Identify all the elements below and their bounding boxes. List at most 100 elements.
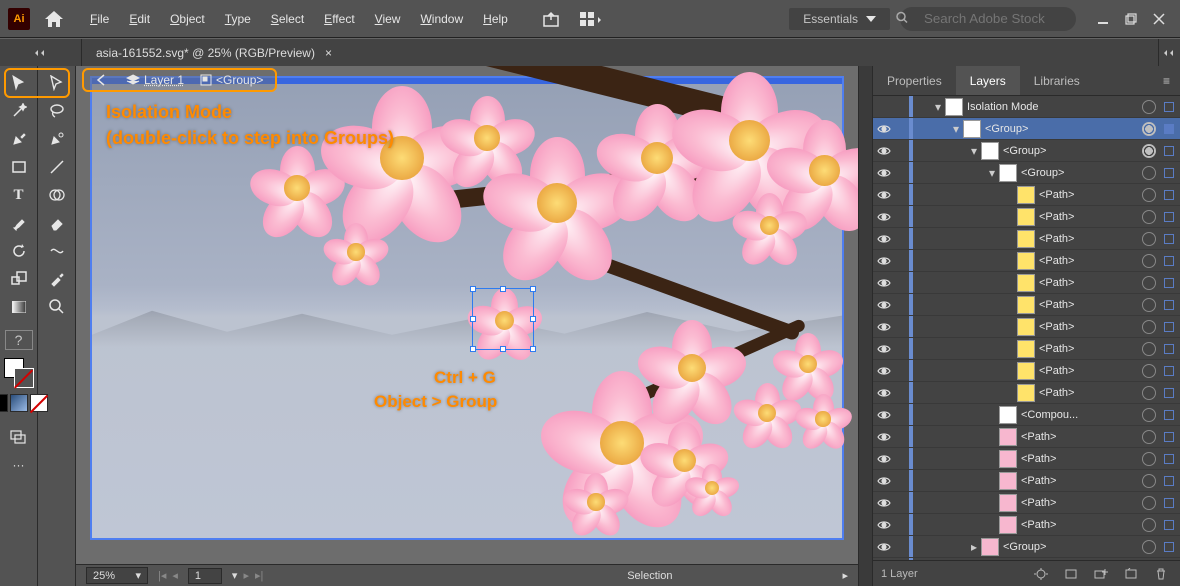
target-button[interactable]	[1142, 254, 1156, 268]
target-button[interactable]	[1142, 166, 1156, 180]
layer-row[interactable]: <Path>	[873, 382, 1180, 404]
selection-indicator[interactable]	[1164, 388, 1174, 398]
visibility-toggle[interactable]	[873, 542, 895, 552]
panel-tab-layers[interactable]: Layers	[956, 66, 1020, 95]
visibility-toggle[interactable]	[873, 212, 895, 222]
visibility-toggle[interactable]	[873, 146, 895, 156]
artboard-nav[interactable]: |◂◂	[158, 569, 178, 582]
isolation-breadcrumb[interactable]: Layer 1 <Group>	[82, 68, 277, 92]
layer-row[interactable]: <Path>	[873, 294, 1180, 316]
layer-row[interactable]: <Path>	[873, 338, 1180, 360]
eyedropper-tool[interactable]	[42, 266, 72, 292]
share-icon[interactable]	[536, 7, 566, 31]
visibility-toggle[interactable]	[873, 432, 895, 442]
panel-tab-properties[interactable]: Properties	[873, 66, 956, 95]
menu-edit[interactable]: Edit	[121, 8, 158, 30]
visibility-toggle[interactable]	[873, 344, 895, 354]
selection-tool[interactable]	[4, 70, 34, 96]
selection-indicator[interactable]	[1164, 124, 1174, 134]
menu-object[interactable]: Object	[162, 8, 213, 30]
layer-row[interactable]: ▾<Group>	[873, 140, 1180, 162]
vertical-scrollbar[interactable]	[858, 66, 872, 586]
target-button[interactable]	[1142, 320, 1156, 334]
document-tab[interactable]: asia-161552.svg* @ 25% (RGB/Preview) ×	[82, 39, 346, 66]
expand-arrow[interactable]: ▾	[967, 144, 981, 158]
selection-indicator[interactable]	[1164, 256, 1174, 266]
gradient-tool[interactable]	[4, 294, 34, 320]
layer-row[interactable]: ▾<Group>	[873, 118, 1180, 140]
menu-help[interactable]: Help	[475, 8, 516, 30]
delete-layer-button[interactable]	[1150, 565, 1172, 583]
layer-row[interactable]: <Path>	[873, 206, 1180, 228]
minimize-button[interactable]	[1090, 8, 1116, 30]
target-button[interactable]	[1142, 276, 1156, 290]
selection-indicator[interactable]	[1164, 410, 1174, 420]
layer-row[interactable]: <Path>	[873, 360, 1180, 382]
menu-window[interactable]: Window	[412, 8, 471, 30]
expand-arrow[interactable]: ▾	[949, 122, 963, 136]
artboard[interactable]: Isolation Mode (double-click to step int…	[90, 76, 844, 540]
selection-indicator[interactable]	[1164, 278, 1174, 288]
menu-effect[interactable]: Effect	[316, 8, 362, 30]
visibility-toggle[interactable]	[873, 300, 895, 310]
status-menu[interactable]: ▸	[842, 569, 848, 582]
layer-row[interactable]: <Compou...	[873, 404, 1180, 426]
visibility-toggle[interactable]	[873, 410, 895, 420]
target-button[interactable]	[1142, 540, 1156, 554]
layer-row[interactable]: <Path>	[873, 316, 1180, 338]
layer-row[interactable]: ▾Isolation Mode	[873, 96, 1180, 118]
pen-tool[interactable]	[4, 126, 34, 152]
menu-type[interactable]: Type	[217, 8, 259, 30]
zoom-field[interactable]: 25%▾	[86, 567, 148, 584]
type-tool[interactable]: T	[4, 182, 34, 208]
target-button[interactable]	[1142, 386, 1156, 400]
target-button[interactable]	[1142, 100, 1156, 114]
selection-indicator[interactable]	[1164, 322, 1174, 332]
layer-row[interactable]: <Path>	[873, 448, 1180, 470]
chip-none[interactable]	[30, 394, 48, 412]
layer-row[interactable]: ▸<Group>	[873, 558, 1180, 560]
target-button[interactable]	[1142, 342, 1156, 356]
layer-row[interactable]: <Path>	[873, 492, 1180, 514]
layer-row[interactable]: <Path>	[873, 250, 1180, 272]
target-button[interactable]	[1142, 122, 1156, 136]
locate-layer-button[interactable]	[1030, 565, 1052, 583]
target-button[interactable]	[1142, 298, 1156, 312]
make-clip-button[interactable]	[1060, 565, 1082, 583]
new-layer-button[interactable]	[1120, 565, 1142, 583]
menu-view[interactable]: View	[367, 8, 409, 30]
layer-row[interactable]: <Path>	[873, 272, 1180, 294]
chip-color[interactable]	[0, 394, 8, 412]
visibility-toggle[interactable]	[873, 454, 895, 464]
screen-mode[interactable]	[4, 424, 34, 450]
visibility-toggle[interactable]	[873, 234, 895, 244]
visibility-toggle[interactable]	[873, 498, 895, 508]
expand-arrow[interactable]: ▾	[931, 100, 945, 114]
visibility-toggle[interactable]	[873, 124, 895, 134]
edit-toolbar[interactable]: ···	[4, 452, 34, 478]
target-button[interactable]	[1142, 144, 1156, 158]
panel-menu-button[interactable]: ≡	[1153, 74, 1180, 88]
visibility-toggle[interactable]	[873, 190, 895, 200]
line-tool[interactable]	[42, 154, 72, 180]
arrange-icon[interactable]	[576, 7, 606, 31]
lasso-tool[interactable]	[42, 98, 72, 124]
visibility-toggle[interactable]	[873, 388, 895, 398]
iso-back-button[interactable]	[88, 72, 118, 88]
canvas[interactable]: Isolation Mode (double-click to step int…	[76, 66, 858, 564]
expand-arrow[interactable]: ▾	[985, 166, 999, 180]
target-button[interactable]	[1142, 452, 1156, 466]
layer-row[interactable]: ▸<Group>	[873, 536, 1180, 558]
workspace-switcher[interactable]: Essentials	[789, 8, 890, 30]
target-button[interactable]	[1142, 188, 1156, 202]
curvature-tool[interactable]	[42, 126, 72, 152]
new-sublayer-button[interactable]	[1090, 565, 1112, 583]
chip-gradient[interactable]	[10, 394, 28, 412]
expand-arrow[interactable]: ▸	[967, 540, 981, 554]
paintbrush-tool[interactable]	[4, 210, 34, 236]
shape-builder-tool[interactable]	[42, 182, 72, 208]
menu-file[interactable]: File	[82, 8, 117, 30]
visibility-toggle[interactable]	[873, 278, 895, 288]
layer-row[interactable]: ▾<Group>	[873, 162, 1180, 184]
target-button[interactable]	[1142, 518, 1156, 532]
